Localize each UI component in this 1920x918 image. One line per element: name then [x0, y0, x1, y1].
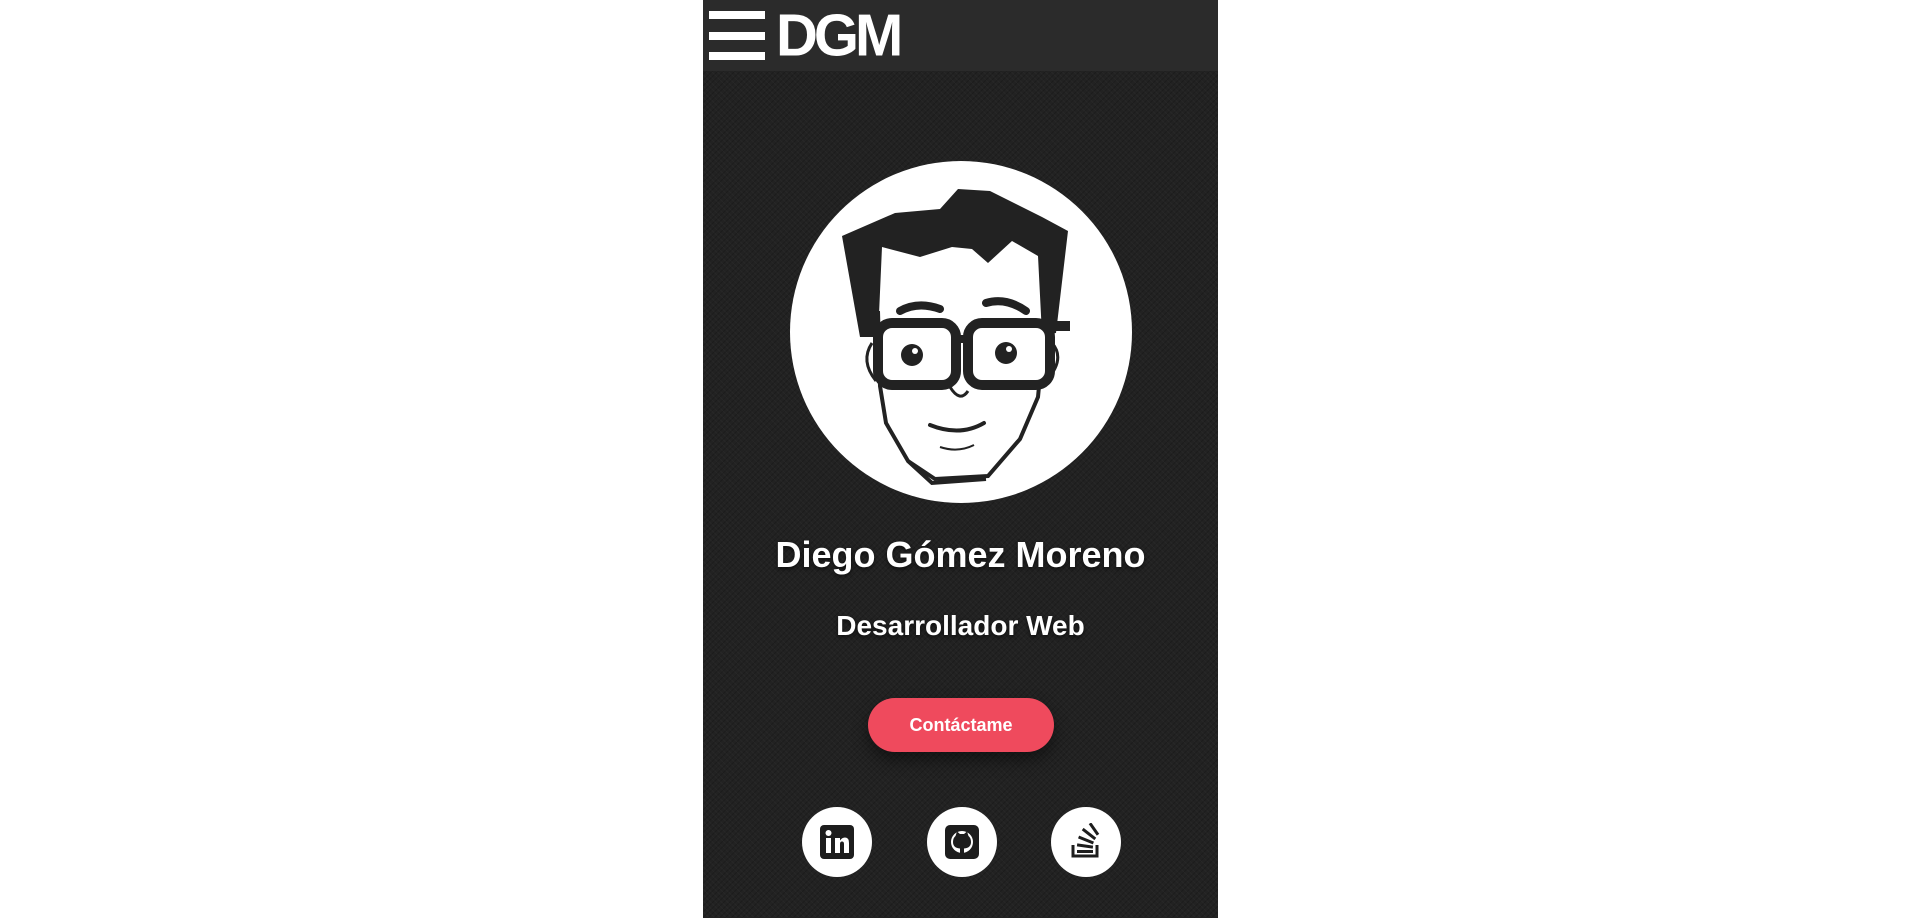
- menu-bar-line: [709, 11, 765, 19]
- site-logo[interactable]: DGM: [776, 5, 903, 66]
- menu-bar-line: [709, 31, 765, 40]
- cartoon-avatar-icon: [842, 189, 1070, 486]
- profile-name: Diego Gómez Moreno: [775, 534, 1146, 575]
- linkedin-icon: [820, 825, 854, 859]
- contact-button[interactable]: Contáctame: [868, 698, 1054, 752]
- top-navigation-bar: DGM: [703, 0, 1218, 71]
- profile-avatar: [790, 161, 1132, 503]
- stackoverflow-link[interactable]: [1051, 807, 1121, 877]
- linkedin-link[interactable]: [802, 807, 872, 877]
- stackoverflow-icon: [1071, 823, 1100, 858]
- menu-bar-line: [709, 52, 765, 60]
- hamburger-menu-icon[interactable]: [709, 11, 765, 60]
- github-icon: [945, 825, 979, 859]
- mobile-viewport: DGM Diego Gómez Moreno Desarrollador Web…: [703, 0, 1218, 918]
- github-link[interactable]: [927, 807, 997, 877]
- profile-role: Desarrollador Web: [836, 610, 1085, 641]
